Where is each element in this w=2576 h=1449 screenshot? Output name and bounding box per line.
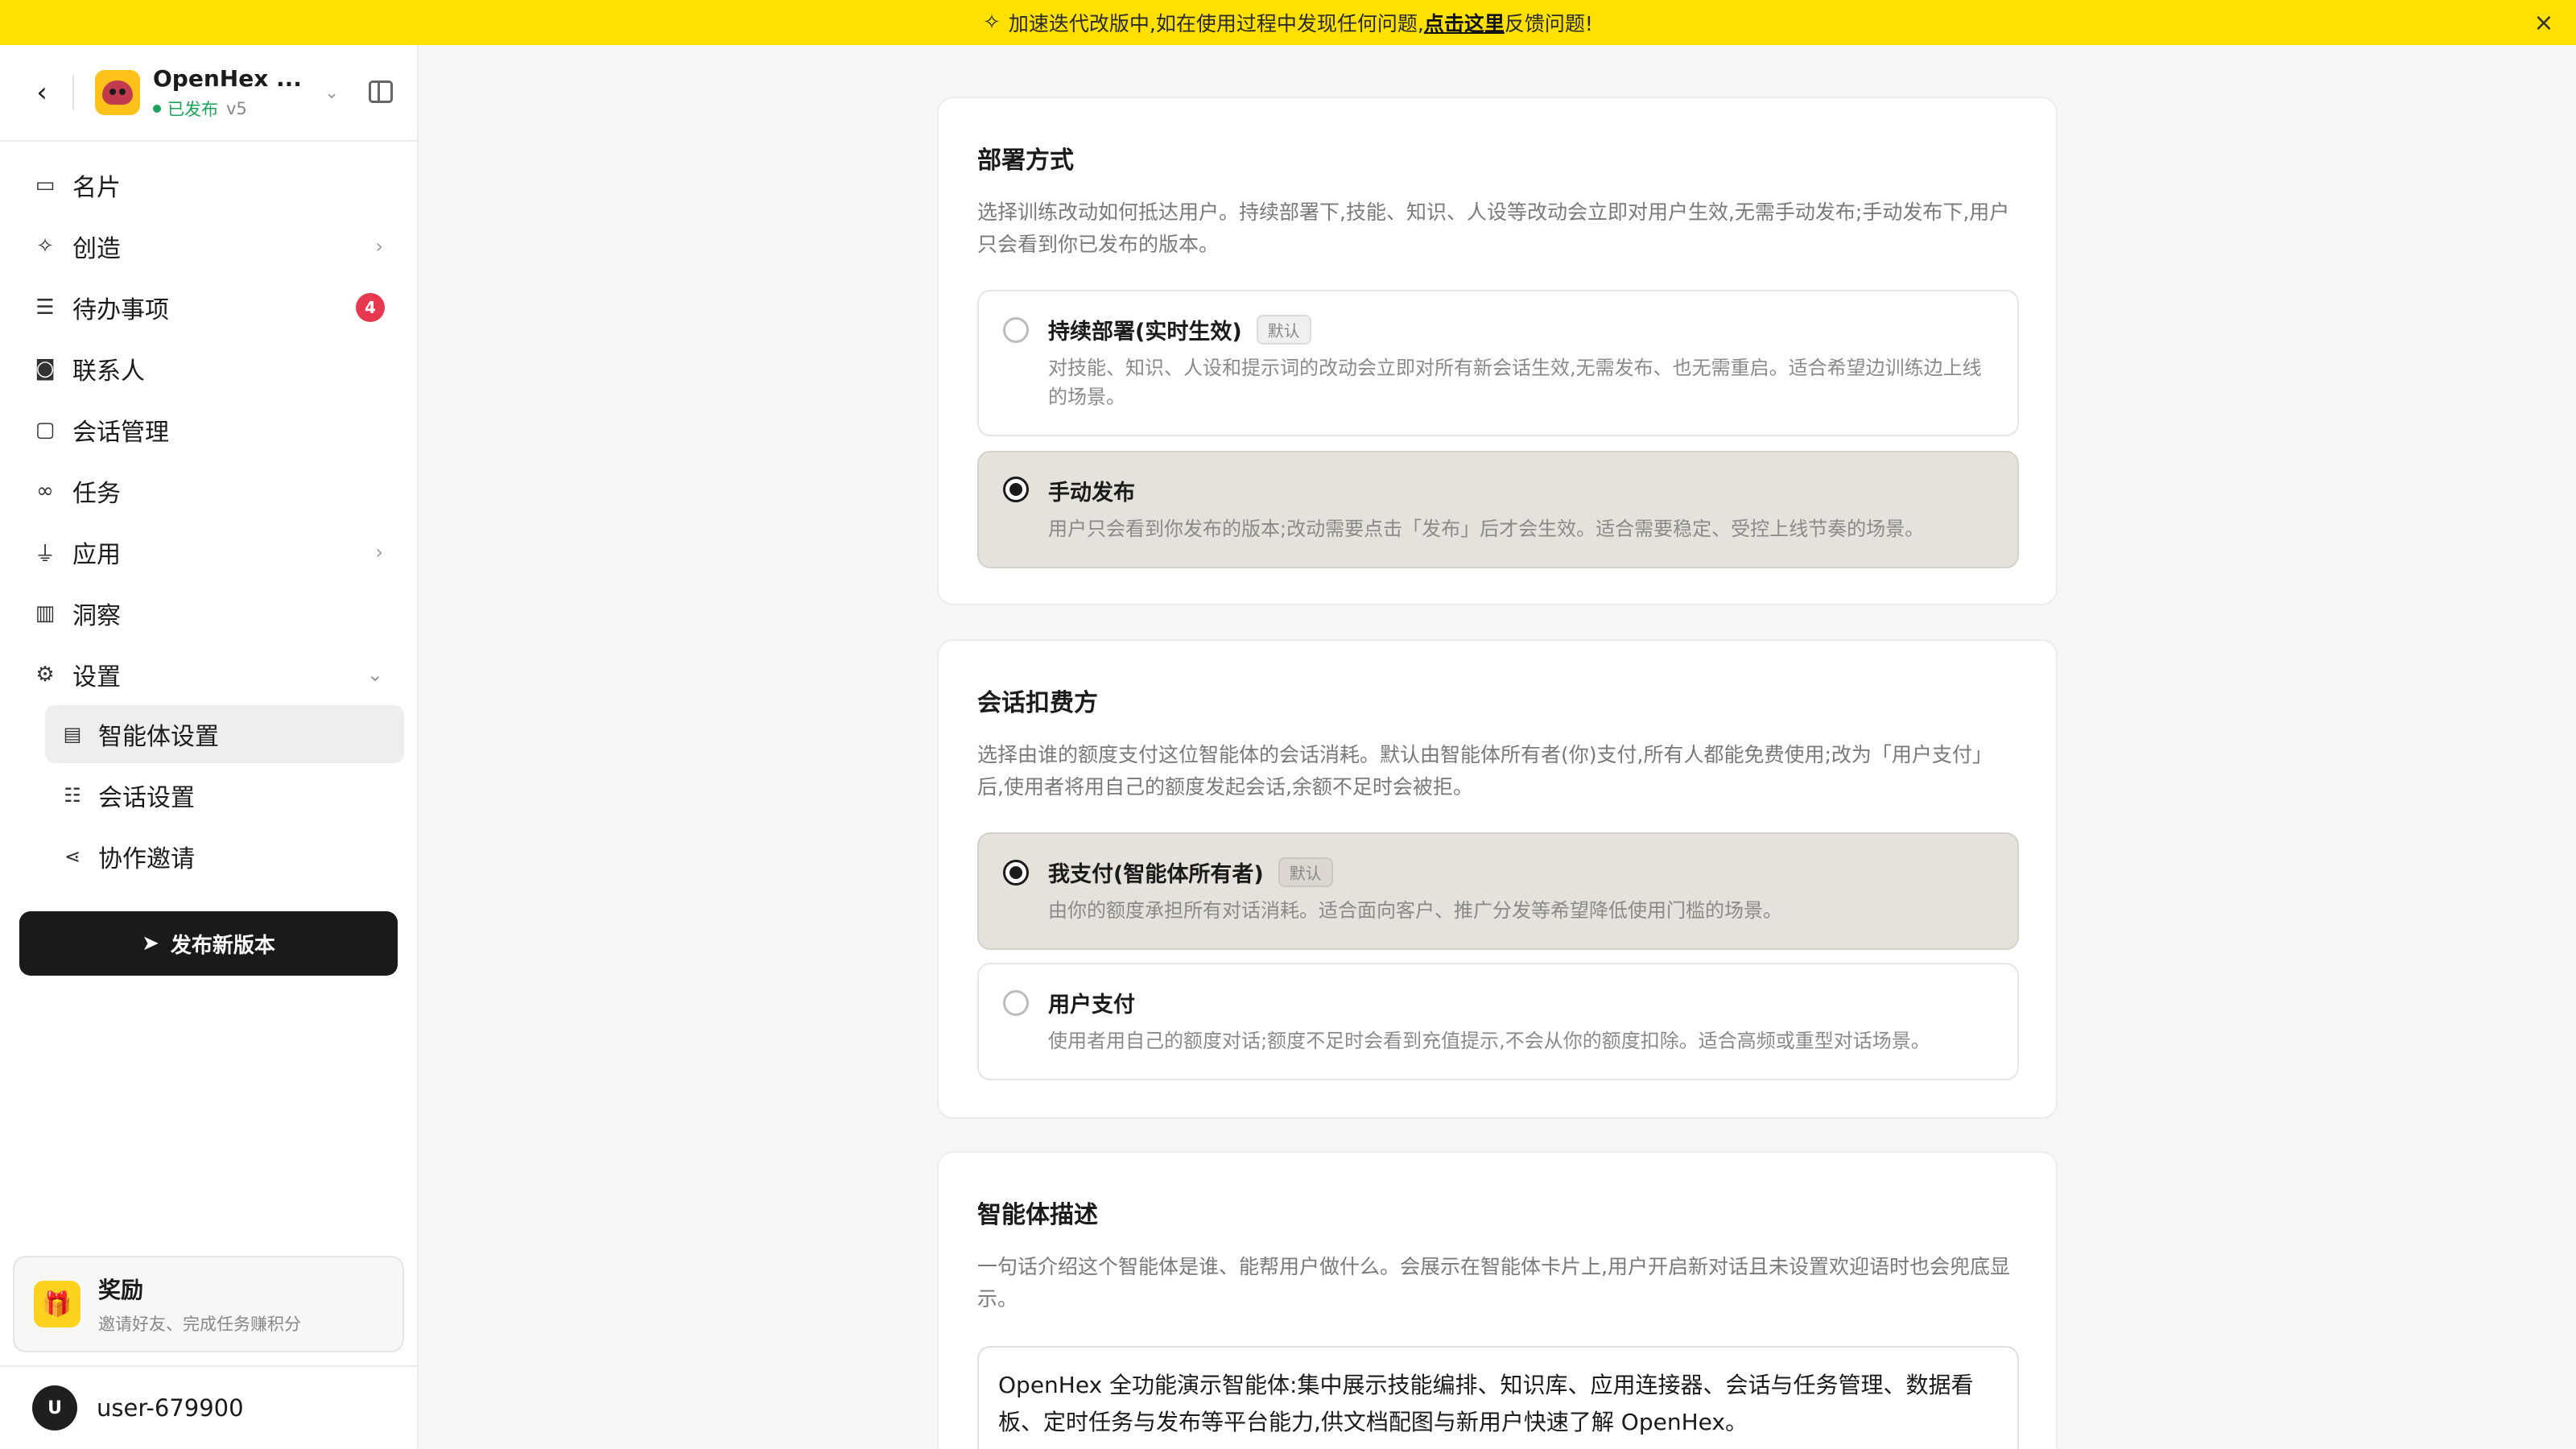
status-text: 已发布 bbox=[167, 99, 218, 119]
sidebar-item-label: 应用 bbox=[72, 541, 121, 569]
send-icon: ➤ bbox=[142, 931, 159, 956]
sidebar-item-insights[interactable]: ▥ 洞察 bbox=[0, 583, 417, 644]
chevron-down-icon[interactable]: ⌄ bbox=[324, 83, 339, 103]
sidebar-item-label: 待办事项 bbox=[72, 296, 169, 324]
document-icon: ▤ bbox=[63, 723, 82, 745]
banner-feedback-link[interactable]: 点击这里 bbox=[1424, 8, 1505, 37]
chevron-down-icon: ⌄ bbox=[366, 663, 383, 686]
publish-new-version-button[interactable]: ➤ 发布新版本 bbox=[19, 911, 398, 976]
gift-icon: 🎁 bbox=[34, 1281, 80, 1327]
option-title: 持续部署(实时生效) bbox=[1048, 320, 1242, 345]
sidebar-nav: ▭ 名片 ✧ 创造 › ☰ 待办事项 4 ◙ 联系人 ▢ 会话管理 ∞ 任务 ⏚… bbox=[0, 142, 417, 886]
back-arrow-icon[interactable]: ‹ bbox=[26, 76, 58, 109]
workflow-icon: ∞ bbox=[36, 479, 54, 503]
sidebar-item-label: 会话管理 bbox=[72, 419, 169, 447]
billing-option-owner[interactable]: 我支付(智能体所有者) 默认 由你的额度承担所有对话消耗。适合面向客户、推广分发… bbox=[977, 832, 2019, 950]
chat-bubble-icon: ▢ bbox=[35, 418, 56, 442]
sidebar-item-label: 任务 bbox=[72, 480, 121, 508]
option-description: 用户只会看到你发布的版本;改动需要点击「发布」后才会生效。适合需要稳定、受控上线… bbox=[1048, 518, 1925, 540]
deploy-option-manual[interactable]: 手动发布 用户只会看到你发布的版本;改动需要点击「发布」后才会生效。适合需要稳定… bbox=[977, 451, 2019, 568]
sidebar-item-apps[interactable]: ⏚ 应用 › bbox=[0, 522, 417, 583]
sidebar-item-label: 洞察 bbox=[72, 602, 121, 630]
sidebar-item-label: 设置 bbox=[72, 663, 121, 691]
chevron-right-icon: › bbox=[375, 541, 383, 564]
option-description: 使用者用自己的额度对话;额度不足时会看到充值提示,不会从你的额度扣除。适合高频或… bbox=[1048, 1030, 1930, 1052]
todo-count-badge: 4 bbox=[356, 293, 385, 322]
app-name: OpenHex ... bbox=[153, 64, 302, 92]
sidebar-subitem-collab-invite[interactable]: ⋖ 协作邀请 bbox=[45, 828, 404, 886]
username: user-679900 bbox=[97, 1394, 244, 1422]
contact-icon: ◙ bbox=[35, 357, 56, 381]
chevron-right-icon: › bbox=[375, 235, 383, 258]
radio-button-selected[interactable] bbox=[1003, 860, 1029, 886]
section-description: 选择训练改动如何抵达用户。持续部署下,技能、知识、人设等改动会立即对用户生效,无… bbox=[977, 200, 2010, 256]
sidebar-item-label: 创造 bbox=[72, 235, 121, 263]
sidebar-item-todo[interactable]: ☰ 待办事项 4 bbox=[0, 277, 417, 338]
section-description: 选择由谁的额度支付这位智能体的会话消耗。默认由智能体所有者(你)支付,所有人都能… bbox=[977, 743, 1992, 799]
default-tag: 默认 bbox=[1256, 315, 1311, 345]
agent-description-card: 智能体描述 一句话介绍这个智能体是谁、能帮用户做什么。会展示在智能体卡片上,用户… bbox=[937, 1151, 2058, 1449]
sliders-icon: ☷ bbox=[64, 784, 81, 807]
section-title: 智能体描述 bbox=[977, 1201, 1098, 1229]
divider bbox=[72, 75, 74, 110]
agent-description-input[interactable]: OpenHex 全功能演示智能体:集中展示技能编排、知识库、应用连接器、会话与任… bbox=[977, 1346, 2019, 1449]
plug-icon: ⏚ bbox=[34, 542, 56, 567]
sidebar-item-label: 名片 bbox=[72, 174, 121, 202]
radio-button-selected[interactable] bbox=[1003, 477, 1029, 502]
id-card-icon: ▭ bbox=[35, 173, 56, 197]
default-tag: 默认 bbox=[1278, 857, 1333, 887]
sidebar-item-settings[interactable]: ⚙ 设置 ⌄ bbox=[0, 644, 417, 705]
app-status: 已发布 v5 bbox=[153, 97, 302, 121]
sidebar-item-label: 会话设置 bbox=[98, 784, 195, 812]
share-icon: ⋖ bbox=[64, 845, 81, 868]
rewards-title: 奖励 bbox=[98, 1277, 144, 1303]
sidebar-item-sessions[interactable]: ▢ 会话管理 bbox=[0, 399, 417, 460]
version-label: v5 bbox=[226, 98, 247, 118]
option-title: 用户支付 bbox=[1048, 993, 1135, 1018]
sidebar-header: ‹ OpenHex ... 已发布 v5 ⌄ bbox=[0, 45, 417, 142]
billing-option-user[interactable]: 用户支付 使用者用自己的额度对话;额度不足时会看到充值提示,不会从你的额度扣除。… bbox=[977, 963, 2019, 1080]
sidebar-item-card[interactable]: ▭ 名片 bbox=[0, 155, 417, 216]
option-title: 我支付(智能体所有者) bbox=[1048, 862, 1264, 887]
billing-card: 会话扣费方 选择由谁的额度支付这位智能体的会话消耗。默认由智能体所有者(你)支付… bbox=[937, 639, 2058, 1119]
option-description: 由你的额度承担所有对话消耗。适合面向客户、推广分发等希望降低使用门槛的场景。 bbox=[1048, 899, 1782, 922]
sidebar: ‹ OpenHex ... 已发布 v5 ⌄ ▭ 名片 ✧ 创造 › ☰ 待办事… bbox=[0, 45, 419, 1449]
banner-text-suffix: 反馈问题! bbox=[1504, 12, 1593, 35]
app-switcher[interactable]: OpenHex ... 已发布 v5 bbox=[153, 65, 302, 121]
sidebar-subitem-agent-settings[interactable]: ▤ 智能体设置 bbox=[45, 705, 404, 763]
sidebar-toggle-icon[interactable] bbox=[369, 80, 393, 103]
publish-button-label: 发布新版本 bbox=[170, 933, 275, 958]
radio-button[interactable] bbox=[1003, 990, 1029, 1016]
section-description: 一句话介绍这个智能体是谁、能帮用户做什么。会展示在智能体卡片上,用户开启新对话且… bbox=[977, 1255, 2010, 1311]
checklist-icon: ☰ bbox=[35, 295, 55, 320]
sidebar-item-label: 协作邀请 bbox=[98, 845, 195, 873]
status-dot-icon bbox=[153, 104, 161, 113]
deploy-option-continuous[interactable]: 持续部署(实时生效) 默认 对技能、知识、人设和提示词的改动会立即对所有新会话生… bbox=[977, 290, 2019, 436]
bar-chart-icon: ▥ bbox=[35, 601, 56, 625]
option-title: 手动发布 bbox=[1048, 481, 1135, 506]
radio-button[interactable] bbox=[1003, 317, 1029, 343]
sidebar-item-contacts[interactable]: ◙ 联系人 bbox=[0, 338, 417, 399]
sparkle-icon: ✧ bbox=[36, 234, 54, 258]
announcement-banner: ✧ 加速迭代改版中,如在使用过程中发现任何问题, 点击这里 反馈问题! × bbox=[0, 0, 2576, 45]
rewards-card[interactable]: 🎁 奖励 邀请好友、完成任务赚积分 bbox=[13, 1256, 404, 1352]
avatar: U bbox=[32, 1385, 77, 1430]
sidebar-item-create[interactable]: ✧ 创造 › bbox=[0, 216, 417, 277]
sparkle-icon: ✧ bbox=[983, 10, 1001, 35]
gear-icon: ⚙ bbox=[35, 663, 55, 687]
banner-text: 加速迭代改版中,如在使用过程中发现任何问题, bbox=[1008, 12, 1424, 35]
app-logo bbox=[95, 70, 140, 115]
sidebar-item-label: 智能体设置 bbox=[98, 723, 219, 751]
sidebar-item-label: 联系人 bbox=[72, 357, 145, 386]
rewards-subtitle: 邀请好友、完成任务赚积分 bbox=[98, 1315, 301, 1334]
sidebar-subitem-session-settings[interactable]: ☷ 会话设置 bbox=[45, 766, 404, 824]
user-profile[interactable]: U user-679900 bbox=[0, 1365, 417, 1449]
deploy-mode-card: 部署方式 选择训练改动如何抵达用户。持续部署下,技能、知识、人设等改动会立即对用… bbox=[937, 97, 2058, 605]
sidebar-item-tasks[interactable]: ∞ 任务 bbox=[0, 460, 417, 522]
option-description: 对技能、知识、人设和提示词的改动会立即对所有新会话生效,无需发布、也无需重启。适… bbox=[1048, 357, 1982, 408]
section-title: 部署方式 bbox=[977, 147, 1074, 175]
section-title: 会话扣费方 bbox=[977, 689, 1098, 717]
close-icon[interactable]: × bbox=[2529, 8, 2558, 37]
